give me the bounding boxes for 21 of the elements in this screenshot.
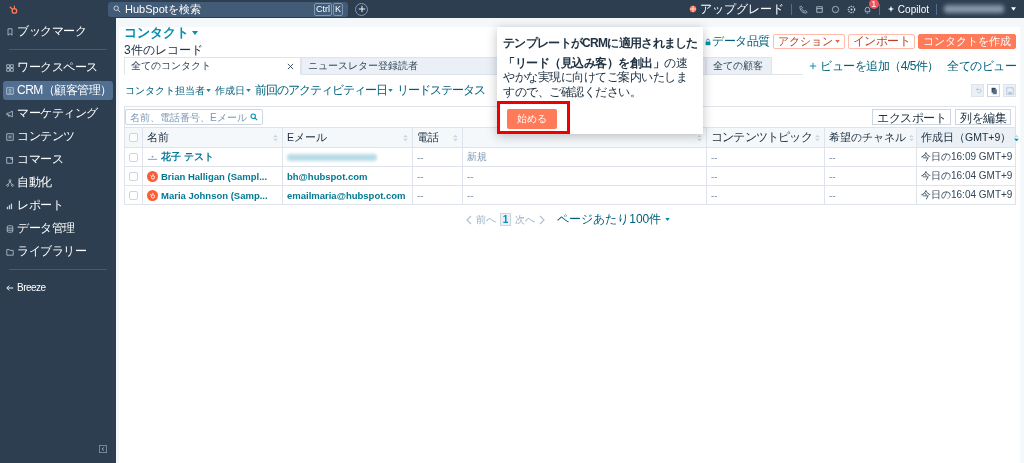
table-cell: --	[711, 189, 718, 201]
table-cell: --	[417, 151, 424, 163]
shortcut-key: Ctrl	[314, 2, 332, 16]
dialog-title: テンプレートがCRMに適用されました	[502, 35, 699, 52]
table-cell: 今日の16:04 GMT+9	[921, 188, 1013, 202]
table-cell: --	[829, 151, 836, 163]
table-cell: 今日の16:09 GMT+9	[921, 150, 1013, 164]
table-cell: --	[417, 170, 424, 182]
table-cell: --	[711, 170, 718, 182]
table-cell: --	[467, 170, 474, 182]
table-cell: 今日の16:04 GMT+9	[921, 169, 1013, 183]
notification-badge: 1	[868, 0, 879, 9]
record-count: 3件のレコード	[124, 42, 203, 59]
table-cell: 新規	[467, 150, 487, 164]
table-cell: --	[417, 189, 424, 201]
shortcut-key: K	[333, 2, 343, 16]
table-cell: --	[711, 151, 718, 163]
table-cell: --	[467, 189, 474, 201]
table-cell: --	[829, 189, 836, 201]
dialog-message: 「リード（見込み客）を創出」の速やかな実現に向けてご案内いたしますので、ご確認ください。	[502, 55, 688, 100]
table-cell: --	[829, 170, 836, 182]
